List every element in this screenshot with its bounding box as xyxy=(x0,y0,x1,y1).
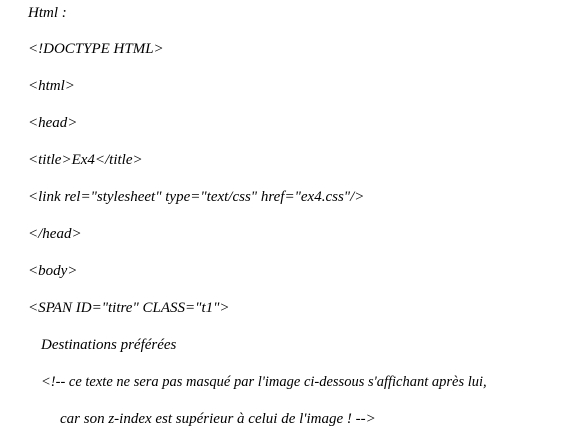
code-line-link: <link rel="stylesheet" type="text/css" h… xyxy=(28,189,365,205)
code-line-title: <title>Ex4</title> xyxy=(28,152,143,168)
code-line-head-close: </head> xyxy=(28,226,82,242)
code-line-head-open: <head> xyxy=(28,115,78,131)
code-line-doctype: <!DOCTYPE HTML> xyxy=(28,41,164,57)
code-line-body-open: <body> xyxy=(28,263,78,279)
heading-html: Html : xyxy=(28,5,67,21)
code-line-destinations: Destinations préférées xyxy=(41,337,177,353)
code-line-span: <SPAN ID="titre" CLASS="t1"> xyxy=(28,300,230,316)
code-line-html-open: <html> xyxy=(28,78,75,94)
document-page: Html : <!DOCTYPE HTML> <html> <head> <ti… xyxy=(0,0,568,444)
code-line-comment-1: <!-- ce texte ne sera pas masqué par l'i… xyxy=(41,374,487,390)
code-line-comment-2: car son z-index est supérieur à celui de… xyxy=(60,411,376,427)
